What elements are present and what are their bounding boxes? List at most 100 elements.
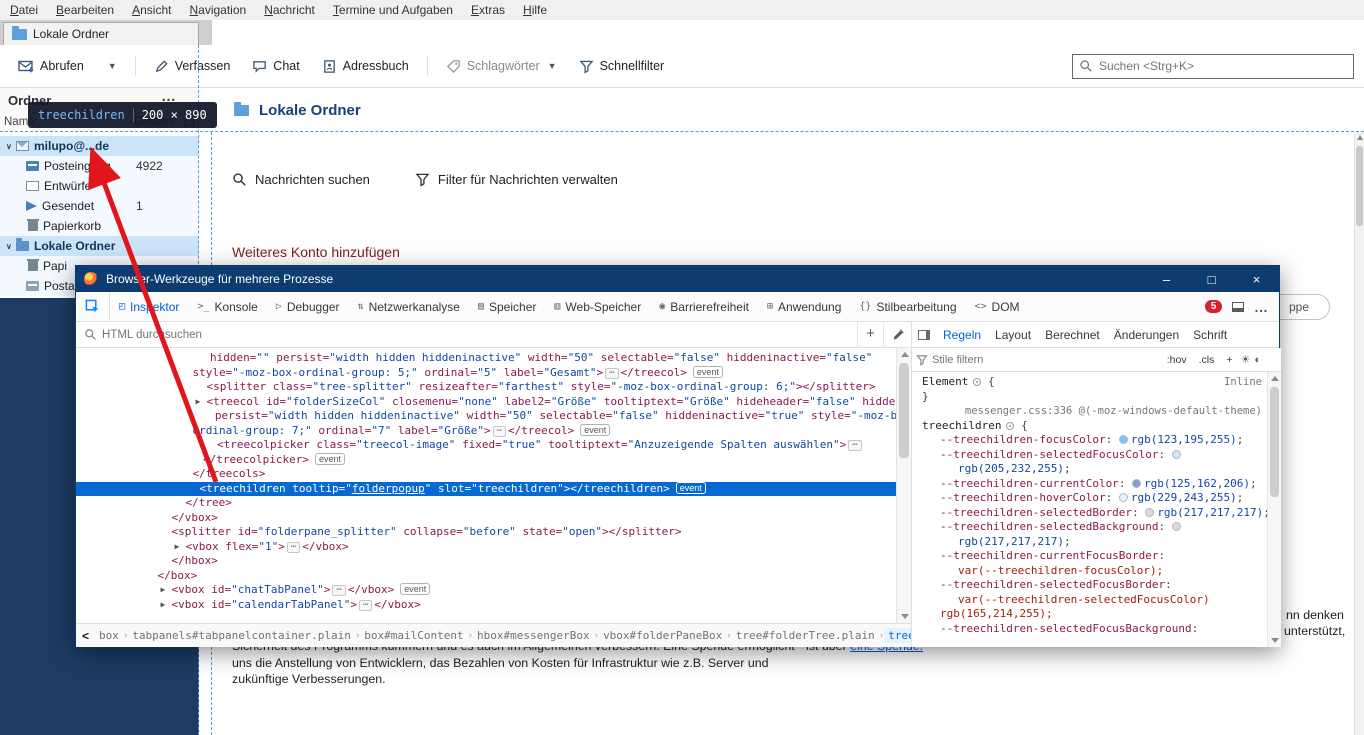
add-node-button[interactable]: +	[857, 322, 883, 347]
close-button[interactable]: ×	[1234, 266, 1279, 292]
markup-line[interactable]: ▶<treecol id="folderSizeCol" closemenu="…	[76, 395, 911, 410]
devtools-tab-web-speicher[interactable]: ▥Web-Speicher	[545, 292, 650, 321]
minimize-button[interactable]: –	[1144, 266, 1189, 292]
devtools-tab-speicher[interactable]: ▤Speicher	[469, 292, 545, 321]
menu-extras[interactable]: Extras	[471, 3, 505, 17]
rule-source-link[interactable]: messenger.css:336 @(-moz-windows-default…	[965, 404, 1262, 419]
pane-toggle-icon[interactable]	[918, 330, 930, 340]
breadcrumb-item[interactable]: tabpanels#tabpanelcontainer.plain	[128, 628, 355, 643]
color-scheme-icon[interactable]: ◐	[1254, 354, 1261, 366]
markup-line[interactable]: <splitter id="folderpane_splitter" colla…	[76, 525, 911, 540]
breadcrumb-item[interactable]: box	[95, 628, 123, 643]
devtools-titlebar[interactable]: Browser-Werkzeuge für mehrere Prozesse –…	[76, 266, 1279, 292]
devtools-tab-barrierefreiheit[interactable]: ◉Barrierefreiheit	[650, 292, 758, 321]
expand-twisty-icon[interactable]: ▶	[196, 395, 207, 410]
get-mail-dropdown[interactable]: ▼	[98, 57, 125, 75]
color-swatch[interactable]	[1132, 479, 1141, 488]
menu-datei[interactable]: Datei	[10, 3, 38, 17]
scroll-down-arrow[interactable]	[1271, 638, 1279, 643]
event-badge[interactable]: event	[693, 366, 723, 378]
markup-line[interactable]: </treecolpicker>event	[76, 453, 911, 468]
twisty-icon[interactable]: ∨	[6, 242, 16, 251]
scrollbar-thumb[interactable]	[899, 363, 909, 458]
markup-line[interactable]: ▶<vbox id="chatTabPanel">⋯</vbox>event	[76, 583, 911, 598]
css-rule-line[interactable]: --treechildren-currentColor: rgb(125,162…	[912, 477, 1268, 492]
manage-filters-link[interactable]: Filter für Nachrichten verwalten	[415, 172, 618, 187]
devtools-tab-konsole[interactable]: >_Konsole	[188, 292, 266, 321]
scroll-up-arrow[interactable]	[901, 352, 909, 357]
css-rule-line[interactable]: --treechildren-selectedBorder: rgb(217,2…	[912, 506, 1268, 521]
twisty-icon[interactable]: ∨	[6, 142, 16, 151]
css-rule-line[interactable]: --treechildren-focusColor: rgb(123,195,2…	[912, 433, 1268, 448]
inline-expander[interactable]: ⋯	[605, 368, 618, 379]
color-swatch[interactable]	[1119, 435, 1128, 444]
expand-twisty-icon[interactable]: ▶	[175, 540, 186, 555]
markup-line[interactable]: ordinal-group: 7;" ordinal="7" label="Gr…	[76, 424, 911, 439]
compose-button[interactable]: Verfassen	[146, 55, 239, 78]
color-swatch[interactable]	[1119, 493, 1128, 502]
markup-line[interactable]: </vbox>	[76, 511, 911, 526]
quickfilter-button[interactable]: Schnellfilter	[571, 55, 673, 78]
menu-hilfe[interactable]: Hilfe	[523, 3, 547, 17]
scrollbar-thumb[interactable]	[1270, 387, 1279, 497]
chat-button[interactable]: Chat	[244, 55, 307, 78]
color-swatch[interactable]	[1145, 508, 1154, 517]
markup-line[interactable]: <treecolpicker class="treecol-image" fix…	[76, 438, 911, 453]
event-badge[interactable]: event	[315, 453, 345, 465]
menu-bearbeiten[interactable]: Bearbeiten	[56, 3, 114, 17]
get-mail-button[interactable]: Abrufen	[10, 54, 92, 78]
css-rule-line[interactable]: --treechildren-selectedBackground:	[912, 520, 1268, 535]
breadcrumb-item[interactable]: hbox#messengerBox	[473, 628, 594, 643]
devtools-tab-dom[interactable]: <>DOM	[966, 292, 1029, 321]
markup-line[interactable]: </tree>	[76, 496, 911, 511]
menu-ansicht[interactable]: Ansicht	[132, 3, 171, 17]
rule-source-link[interactable]: Inline	[1224, 375, 1262, 390]
pick-element-button[interactable]	[76, 292, 110, 321]
css-rule-line[interactable]: var(--treechildren-selectedFocusColor)	[912, 593, 1268, 608]
markup-line[interactable]: hidden="" persist="width hidden hiddenin…	[76, 351, 911, 366]
inline-expander[interactable]: ⋯	[848, 440, 861, 451]
css-rule-line[interactable]: --treechildren-selectedFocusBorder:	[912, 578, 1268, 593]
tags-button[interactable]: Schlagwörter ▼	[438, 55, 565, 78]
menu-nachricht[interactable]: Nachricht	[264, 3, 315, 17]
devtools-tab-inspektor[interactable]: ◰Inspektor	[110, 292, 188, 321]
css-rule-line[interactable]: rgb(217,217,217);	[912, 535, 1268, 550]
inline-expander[interactable]: ⋯	[332, 585, 345, 596]
menu-navigation[interactable]: Navigation	[189, 3, 246, 17]
sidebar-tab-berechnet[interactable]: Berechnet	[1038, 328, 1107, 342]
markup-scrollbar[interactable]	[896, 348, 911, 623]
split-console-icon[interactable]	[1232, 302, 1244, 312]
scroll-up-arrow[interactable]	[1357, 135, 1363, 140]
search-messages-link[interactable]: Nachrichten suchen	[232, 172, 370, 187]
rules-button-cls[interactable]: .cls	[1195, 353, 1219, 367]
markup-line[interactable]: ▶<vbox id="calendarTabPanel">⋯</vbox>	[76, 598, 911, 613]
folder-row-papierkorb[interactable]: Papierkorb	[0, 216, 199, 236]
markup-line[interactable]: </hbox>	[76, 554, 911, 569]
markup-line[interactable]: </box>	[76, 569, 911, 584]
attribute-link[interactable]: folderpopup	[352, 482, 425, 495]
color-swatch[interactable]	[1172, 522, 1181, 531]
devtools-tab-stilbearbeitung[interactable]: {}Stilbearbeitung	[850, 292, 965, 321]
css-rule-line[interactable]: }	[912, 390, 1268, 405]
devtools-tab-anwendung[interactable]: ⊞Anwendung	[758, 292, 850, 321]
light-theme-icon[interactable]: ☀	[1240, 353, 1250, 366]
css-rule-line[interactable]: messenger.css:336 @(-moz-windows-default…	[912, 404, 1268, 419]
breadcrumb-item[interactable]: vbox#folderPaneBox	[599, 628, 726, 643]
event-badge[interactable]: event	[676, 482, 706, 494]
sidebar-tab-layout[interactable]: Layout	[988, 328, 1038, 342]
folder-row-posteingang[interactable]: Posteingang4922	[0, 156, 199, 176]
inline-expander[interactable]: ⋯	[359, 600, 372, 611]
menu-termine-und-aufgaben[interactable]: Termine und Aufgaben	[333, 3, 453, 17]
markup-line-selected[interactable]: <treechildren tooltip="folderpopup" slot…	[76, 482, 911, 497]
breadcrumb-scroll-left[interactable]: <	[76, 629, 95, 643]
expand-twisty-icon[interactable]: ▶	[161, 583, 172, 598]
scrollbar-thumb[interactable]	[1356, 146, 1363, 226]
css-rule-line[interactable]: --treechildren-selectedFocusColor:	[912, 448, 1268, 463]
devtools-tab-netzwerkanalyse[interactable]: ⇅Netzwerkanalyse	[349, 292, 469, 321]
css-rule-line[interactable]: --treechildren-selectedFocusBackground:	[912, 622, 1268, 637]
scroll-up-arrow[interactable]	[1271, 376, 1279, 381]
css-rule-line[interactable]: Element {Inline	[912, 375, 1268, 390]
maximize-button[interactable]: □	[1189, 266, 1234, 292]
css-rule-line[interactable]: rgb(205,232,255);	[912, 462, 1268, 477]
event-badge[interactable]: event	[580, 424, 610, 436]
